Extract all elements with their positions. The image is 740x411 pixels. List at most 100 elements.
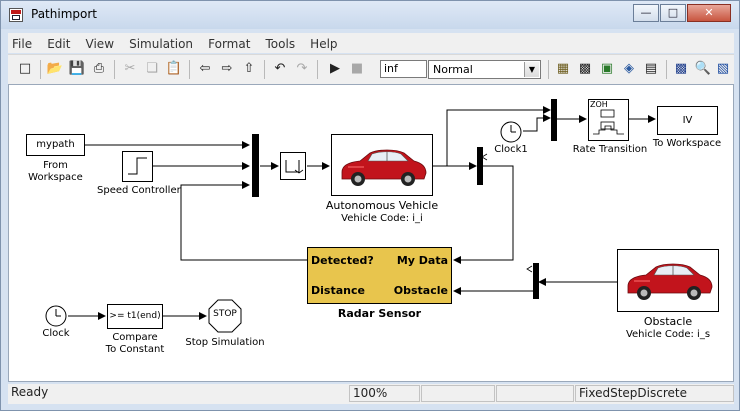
zoom-icon[interactable]: 🔍 bbox=[694, 60, 712, 78]
speed-controller-block[interactable] bbox=[122, 151, 153, 182]
toolbar-separator bbox=[317, 60, 318, 79]
forward-icon[interactable]: ⇨ bbox=[218, 60, 236, 78]
rate-transition-icon bbox=[593, 109, 624, 135]
autonomous-vehicle-label: Autonomous Vehicle bbox=[325, 199, 439, 212]
simulation-mode-select[interactable]: Normal ▼ bbox=[428, 60, 541, 79]
to-workspace-variable: IV bbox=[682, 115, 693, 126]
toolbar-separator bbox=[548, 60, 549, 79]
clock-label: Clock bbox=[42, 328, 70, 339]
simulink-app-icon bbox=[9, 8, 23, 22]
title-bar: Pathimport — □ ✕ bbox=[1, 1, 739, 29]
to-workspace-label: To Workspace bbox=[652, 138, 722, 149]
library-icon[interactable]: ▣ bbox=[598, 60, 616, 78]
port-marker bbox=[526, 265, 533, 273]
zoom-level: 100% bbox=[349, 385, 420, 402]
radar-port-distance: Distance bbox=[311, 284, 365, 297]
undo-icon[interactable]: ↶ bbox=[271, 60, 289, 78]
print-icon[interactable]: ⎙ bbox=[90, 60, 108, 78]
to-workspace-block[interactable]: IV bbox=[657, 106, 718, 135]
radar-port-mydata: My Data bbox=[396, 254, 448, 267]
stop-icon[interactable]: ■ bbox=[348, 60, 366, 78]
open-icon[interactable]: 📂 bbox=[46, 60, 64, 78]
maximize-button[interactable]: □ bbox=[660, 4, 686, 22]
play-icon[interactable]: ▶ bbox=[326, 60, 344, 78]
compare-to-constant-block[interactable]: >= t1(end) bbox=[107, 304, 163, 329]
red-car-icon bbox=[341, 149, 427, 186]
toolbar-separator bbox=[666, 60, 667, 79]
status-cell-empty bbox=[496, 385, 574, 402]
mux-block-4[interactable] bbox=[533, 263, 539, 299]
mux-block-3[interactable] bbox=[551, 99, 557, 141]
toolbar-separator bbox=[40, 60, 41, 79]
stop-simulation-label: Stop Simulation bbox=[185, 337, 265, 348]
menu-edit[interactable]: Edit bbox=[43, 35, 74, 51]
autonomous-vehicle-code: Vehicle Code: i_i bbox=[341, 213, 423, 224]
menu-simulation[interactable]: Simulation bbox=[125, 35, 197, 51]
compare-to-constant-label: Compare To Constant bbox=[105, 332, 165, 355]
step-signal-icon bbox=[128, 157, 147, 175]
obstacle-label: Obstacle bbox=[643, 315, 693, 328]
up-icon[interactable]: ⇧ bbox=[240, 60, 258, 78]
rate-transition-label: Rate Transition bbox=[572, 144, 648, 155]
minimize-button[interactable]: — bbox=[633, 4, 659, 22]
radar-port-detected: Detected? bbox=[311, 254, 374, 267]
build-icon[interactable]: ▦ bbox=[554, 60, 572, 78]
help-icon[interactable]: ▧ bbox=[714, 60, 732, 78]
menu-help[interactable]: Help bbox=[306, 35, 341, 51]
autonomous-vehicle-block[interactable] bbox=[331, 134, 433, 196]
mux-block-2[interactable] bbox=[477, 147, 483, 185]
obstacle-code: Vehicle Code: i_s bbox=[625, 329, 711, 340]
menu-file[interactable]: File bbox=[8, 35, 36, 51]
model-explorer-icon[interactable]: ◈ bbox=[620, 60, 638, 78]
toolbar-separator bbox=[189, 60, 190, 79]
simulation-mode-value: Normal bbox=[433, 63, 473, 76]
cut-icon[interactable]: ✂ bbox=[121, 60, 139, 78]
obstacle-block[interactable] bbox=[617, 249, 719, 312]
toolbar-separator bbox=[114, 60, 115, 79]
menu-format[interactable]: Format bbox=[204, 35, 254, 51]
update-icon[interactable]: ▩ bbox=[576, 60, 594, 78]
compare-expression: >= t1(end) bbox=[109, 311, 161, 321]
save-icon[interactable]: 💾 bbox=[68, 60, 86, 78]
chevron-down-icon[interactable]: ▼ bbox=[524, 62, 539, 77]
red-car-icon bbox=[627, 263, 713, 300]
radar-sensor-block[interactable]: Detected? My Data Distance Obstacle bbox=[307, 247, 452, 304]
copy-icon[interactable]: ❏ bbox=[143, 60, 161, 78]
debug-icon[interactable]: ▩ bbox=[672, 60, 690, 78]
menu-view[interactable]: View bbox=[82, 35, 118, 51]
grid-icon[interactable]: ▤ bbox=[642, 60, 660, 78]
rate-transition-block[interactable]: ZOH bbox=[588, 99, 629, 141]
window-title: Pathimport bbox=[31, 7, 97, 21]
back-icon[interactable]: ⇦ bbox=[196, 60, 214, 78]
signal-line bbox=[180, 181, 250, 251]
clock-icon[interactable] bbox=[44, 304, 68, 328]
from-workspace-variable: mypath bbox=[36, 139, 75, 150]
signal-line bbox=[523, 114, 551, 132]
signal-line bbox=[180, 251, 307, 261]
integrator-block[interactable] bbox=[280, 152, 306, 180]
new-icon[interactable]: □ bbox=[16, 60, 34, 78]
toolbar-separator bbox=[264, 60, 265, 79]
stop-time-input[interactable]: inf bbox=[380, 60, 427, 78]
redo-icon[interactable]: ↷ bbox=[293, 60, 311, 78]
paste-icon[interactable]: 📋 bbox=[165, 60, 183, 78]
status-bar: Ready 100% FixedStepDiscrete bbox=[8, 384, 734, 404]
radar-sensor-label: Radar Sensor bbox=[337, 307, 422, 320]
radar-port-obstacle: Obstacle bbox=[393, 284, 448, 297]
stop-sign-text: STOP bbox=[213, 309, 237, 319]
from-workspace-block[interactable]: mypath bbox=[26, 134, 85, 156]
menu-tools[interactable]: Tools bbox=[262, 35, 300, 51]
clock1-label: Clock1 bbox=[494, 144, 528, 155]
from-workspace-label: From Workspace bbox=[28, 160, 83, 183]
mux-block[interactable] bbox=[252, 134, 259, 197]
clock-icon[interactable] bbox=[499, 120, 523, 144]
integrator-icon bbox=[285, 160, 304, 174]
speed-controller-label: Speed Controller bbox=[97, 185, 181, 196]
close-button[interactable]: ✕ bbox=[687, 4, 731, 22]
status-cell-empty bbox=[421, 385, 495, 402]
signal-line bbox=[453, 165, 514, 264]
menu-bar: File Edit View Simulation Format Tools H… bbox=[8, 33, 734, 53]
solver-status: FixedStepDiscrete bbox=[575, 385, 734, 402]
model-canvas[interactable]: mypath From Workspace Speed Controller A… bbox=[8, 84, 734, 382]
status-text: Ready bbox=[11, 385, 49, 399]
